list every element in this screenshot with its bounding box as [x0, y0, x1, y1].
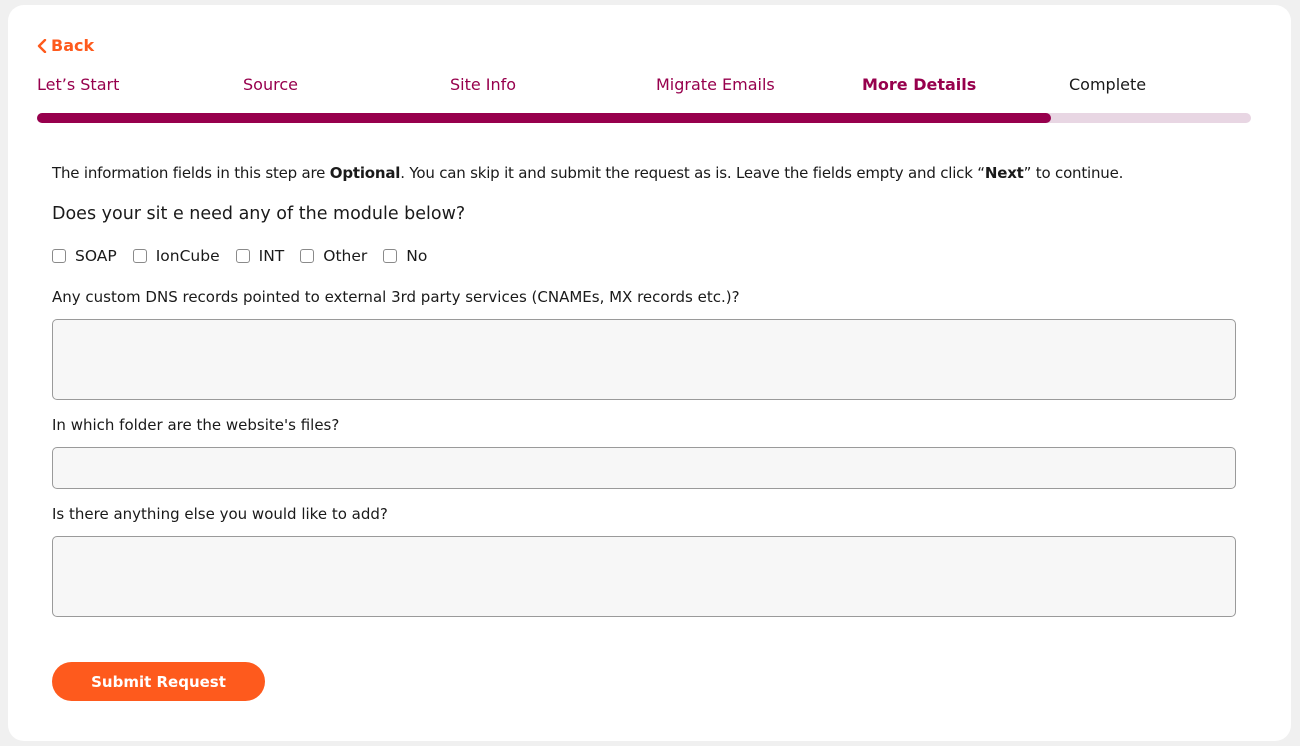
- back-label: Back: [51, 36, 95, 55]
- module-option-other[interactable]: Other: [300, 247, 367, 265]
- checkbox[interactable]: [235, 249, 250, 263]
- checkbox[interactable]: [132, 249, 147, 263]
- module-option-label: Other: [323, 247, 368, 265]
- additional-info-label: Is there anything else you would like to…: [52, 505, 388, 523]
- step-complete: Complete: [1069, 75, 1147, 94]
- modules-question: Does your sit e need any of the module b…: [52, 204, 466, 224]
- chevron-left-icon: [37, 38, 47, 53]
- step-source: Source: [243, 75, 298, 94]
- dns-records-label: Any custom DNS records pointed to extern…: [52, 288, 740, 306]
- step-lets-start: Let’s Start: [37, 75, 120, 94]
- intro-part-1: The information fields in this step are: [52, 164, 330, 182]
- intro-text: The information fields in this step are …: [52, 164, 1123, 182]
- intro-next-bold: Next: [984, 164, 1024, 182]
- intro-optional-bold: Optional: [329, 164, 401, 182]
- dns-records-textarea[interactable]: [52, 319, 1236, 400]
- back-link[interactable]: Back: [37, 36, 94, 55]
- additional-info-textarea[interactable]: [52, 536, 1236, 617]
- module-option-label: SOAP: [75, 247, 117, 265]
- checkbox[interactable]: [383, 249, 398, 263]
- module-option-ioncube[interactable]: IonCube: [132, 247, 220, 265]
- checkbox[interactable]: [52, 249, 66, 263]
- submit-request-button[interactable]: Submit Request: [52, 662, 265, 701]
- progress-fill: [37, 113, 1051, 123]
- step-migrate-emails: Migrate Emails: [656, 75, 775, 94]
- module-checkbox-group: SOAP IonCube INT Other No: [52, 247, 443, 265]
- module-option-label: No: [406, 247, 428, 265]
- step-site-info: Site Info: [450, 75, 517, 94]
- progress-bar: [37, 113, 1251, 123]
- module-option-int[interactable]: INT: [235, 247, 285, 265]
- step-more-details: More Details: [862, 75, 977, 94]
- module-option-no[interactable]: No: [383, 247, 427, 265]
- website-folder-label: In which folder are the website's files?: [52, 416, 340, 434]
- intro-part-2: . You can skip it and submit the request…: [400, 164, 985, 182]
- migration-form-card: Back Let’s Start Source Site Info Migrat…: [8, 5, 1291, 741]
- checkbox[interactable]: [300, 249, 315, 263]
- step-navigation: Let’s Start Source Site Info Migrate Ema…: [37, 75, 1251, 97]
- website-folder-input[interactable]: [52, 447, 1236, 489]
- intro-part-3: ” to continue.: [1023, 164, 1124, 182]
- module-option-soap[interactable]: SOAP: [52, 247, 117, 265]
- module-option-label: IonCube: [155, 247, 220, 265]
- module-option-label: INT: [258, 247, 285, 265]
